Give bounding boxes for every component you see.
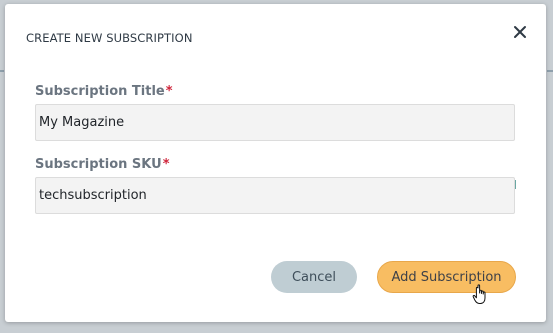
backdrop-edge: [547, 70, 553, 72]
cancel-button[interactable]: Cancel: [271, 261, 357, 293]
hand-cursor-icon: [472, 284, 492, 306]
subscription-sku-label-text: Subscription SKU: [35, 157, 162, 172]
add-subscription-button[interactable]: Add Subscription: [377, 261, 516, 293]
create-subscription-dialog: CREATE NEW SUBSCRIPTION Subscription Tit…: [5, 4, 546, 322]
backdrop: [0, 70, 4, 72]
subscription-title-label-text: Subscription Title: [35, 84, 165, 99]
subscription-sku-input[interactable]: [35, 177, 515, 214]
input-resize-mark: [515, 180, 516, 189]
required-mark: *: [162, 157, 170, 172]
subscription-title-label: Subscription Title*: [35, 84, 173, 99]
subscription-sku-label: Subscription SKU*: [35, 157, 170, 172]
close-icon[interactable]: [511, 23, 529, 41]
required-mark: *: [165, 84, 173, 99]
dialog-title: CREATE NEW SUBSCRIPTION: [26, 31, 193, 45]
subscription-title-input[interactable]: [35, 104, 515, 141]
